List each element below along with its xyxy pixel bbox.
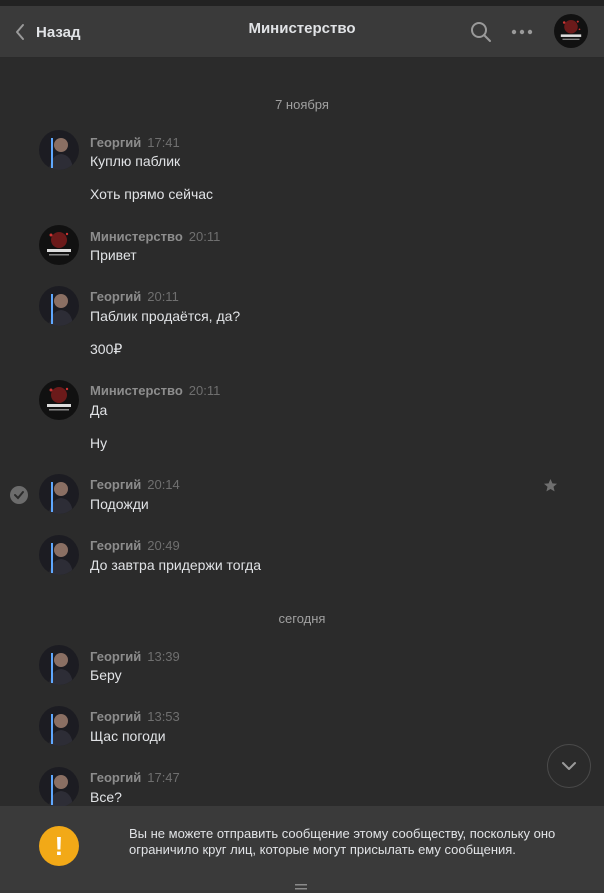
author-name[interactable]: Министерство [90,229,183,244]
avatar[interactable] [39,225,79,265]
message-meta: Георгий 17:41 [90,135,180,151]
message-meta: Министерство 20:11 [90,383,220,399]
message-time: 20:11 [188,229,221,244]
avatar[interactable] [39,645,79,685]
message-text: Да [90,402,108,418]
message-text: До завтра придержи тогда [90,557,262,573]
author-name[interactable]: Георгий [90,649,141,664]
ministry-avatar-icon [39,380,79,420]
ministry-logo-icon [554,14,588,48]
author-name[interactable]: Георгий [90,538,141,553]
message-meta: Георгий 13:39 [90,649,180,665]
avatar[interactable] [39,474,79,514]
message-time: 17:41 [147,135,180,150]
message-time: 20:49 [147,538,180,553]
star-icon[interactable] [543,478,558,493]
message-text: Все? [90,789,122,805]
avatar[interactable] [39,130,79,170]
drag-handle-icon[interactable] [294,884,308,890]
message-text: Хоть прямо сейчас [90,186,214,202]
message-feed[interactable]: 7 ноября Георгий 17:41 Куплю паблик Хоть … [0,58,604,806]
georgiy-avatar-icon [39,767,79,806]
georgiy-avatar-icon [39,286,79,326]
message-meta: Георгий 20:14 [90,477,180,493]
message-time: 20:11 [147,289,179,304]
message-time: 13:39 [147,649,180,664]
author-name[interactable]: Министерство [90,383,183,398]
message-time: 13:53 [147,709,180,724]
message-meta: Георгий 20:49 [90,538,180,554]
message-time: 17:47 [147,770,180,785]
message-text: 300₽ [90,341,123,357]
avatar[interactable] [39,535,79,575]
message-text: Паблик продаётся, да? [90,308,241,324]
avatar[interactable] [39,706,79,746]
search-icon[interactable] [468,19,494,45]
warning-icon: ! [39,826,79,866]
cannot-send-notice: Вы не можете отправить сообщение этому с… [129,826,556,857]
scroll-down-button[interactable] [547,744,591,788]
ministry-avatar-icon [39,225,79,265]
georgiy-avatar-icon [39,535,79,575]
author-name[interactable]: Георгий [90,289,141,304]
message-text: Подожди [90,496,149,512]
georgiy-avatar-icon [39,645,79,685]
chat-window: Назад Министерство 7 ноября Георгий 17:4… [0,0,604,893]
chevron-down-icon [562,762,576,770]
author-name[interactable]: Георгий [90,477,141,492]
message-text: Щас погоди [90,728,166,744]
georgiy-avatar-icon [39,474,79,514]
avatar[interactable] [39,286,79,326]
selected-check-icon[interactable] [10,486,28,504]
message-text: Куплю паблик [90,153,181,169]
message-time: 20:14 [147,477,180,492]
more-options-icon[interactable] [509,19,535,45]
georgiy-avatar-icon [39,130,79,170]
message-meta: Георгий 17:47 [90,770,180,786]
date-separator: сегодня [278,611,326,626]
chat-header: Назад Министерство [0,6,604,58]
author-name[interactable]: Георгий [90,770,141,785]
georgiy-avatar-icon [39,706,79,746]
composer-notice: ! Вы не можете отправить сообщение этому… [0,806,604,893]
message-meta: Георгий 13:53 [90,709,180,725]
message-text: Привет [90,247,137,263]
message-text: Беру [90,667,122,683]
message-time: 20:11 [188,383,221,398]
avatar[interactable] [39,380,79,420]
avatar[interactable] [39,767,79,806]
message-meta: Министерство 20:11 [90,229,220,245]
message-text: Ну [90,435,108,451]
author-name[interactable]: Георгий [90,135,141,150]
community-avatar[interactable] [554,14,588,48]
date-separator: 7 ноября [275,97,329,112]
author-name[interactable]: Георгий [90,709,141,724]
message-meta: Георгий 20:11 [90,289,179,305]
